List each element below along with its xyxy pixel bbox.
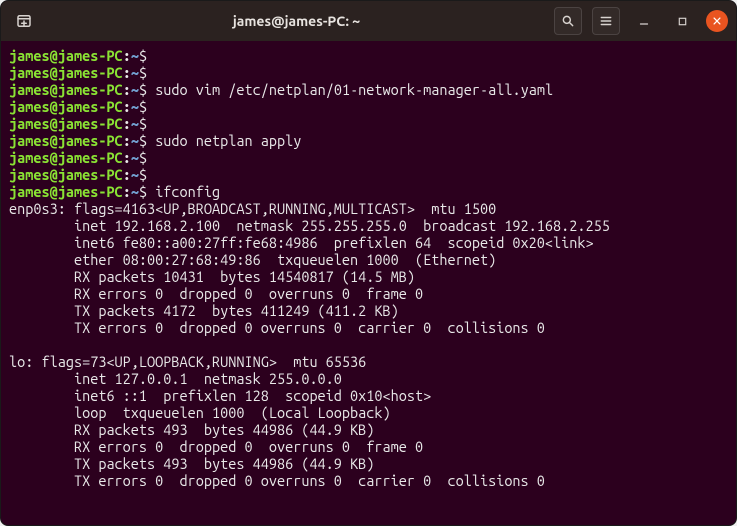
prompt-sigil: $ <box>139 166 147 183</box>
output-line: TX errors 0 dropped 0 overruns 0 carrier… <box>9 319 545 336</box>
prompt-userhost: james@james-PC <box>9 47 123 64</box>
new-tab-icon <box>15 12 33 30</box>
command-text: sudo netplan apply <box>155 132 301 149</box>
prompt-sigil: $ <box>139 47 147 64</box>
prompt-userhost: james@james-PC <box>9 183 123 200</box>
prompt-line: james@james-PC:~$ sudo vim /etc/netplan/… <box>9 81 553 98</box>
prompt-userhost: james@james-PC <box>9 115 123 132</box>
prompt-path: ~ <box>131 183 139 200</box>
output-line: inet6 ::1 prefixlen 128 scopeid 0x10<hos… <box>9 387 431 404</box>
prompt-colon: : <box>123 81 131 98</box>
window-title: james@james-PC: ~ <box>39 13 554 29</box>
output-line: inet 127.0.0.1 netmask 255.0.0.0 <box>9 370 342 387</box>
output-line: ether 08:00:27:68:49:86 txqueuelen 1000 … <box>9 251 496 268</box>
output-line: RX errors 0 dropped 0 overruns 0 frame 0 <box>9 285 423 302</box>
output-line: inet6 fe80::a00:27ff:fe68:4986 prefixlen… <box>9 234 594 251</box>
close-icon <box>712 16 722 26</box>
prompt-line: james@james-PC:~$ <box>9 47 155 64</box>
prompt-colon: : <box>123 166 131 183</box>
prompt-userhost: james@james-PC <box>9 64 123 81</box>
prompt-line: james@james-PC:~$ <box>9 115 155 132</box>
maximize-icon <box>677 16 688 27</box>
close-button[interactable] <box>706 10 728 32</box>
terminal-body[interactable]: james@james-PC:~$ james@james-PC:~$ jame… <box>1 41 736 525</box>
prompt-sigil: $ <box>139 115 147 132</box>
prompt-userhost: james@james-PC <box>9 98 123 115</box>
prompt-colon: : <box>123 98 131 115</box>
prompt-colon: : <box>123 115 131 132</box>
prompt-line: james@james-PC:~$ <box>9 166 155 183</box>
output-line: enp0s3: flags=4163<UP,BROADCAST,RUNNING,… <box>9 200 496 217</box>
output-line: RX packets 493 bytes 44986 (44.9 KB) <box>9 421 374 438</box>
new-tab-button[interactable] <box>9 6 39 36</box>
prompt-sigil: $ <box>139 183 147 200</box>
minimize-button[interactable] <box>630 7 658 35</box>
search-button[interactable] <box>554 7 582 35</box>
prompt-path: ~ <box>131 98 139 115</box>
output-line: loop txqueuelen 1000 (Local Loopback) <box>9 404 391 421</box>
titlebar: james@james-PC: ~ <box>1 1 736 41</box>
search-icon <box>561 14 575 28</box>
prompt-sigil: $ <box>139 132 147 149</box>
prompt-sigil: $ <box>139 98 147 115</box>
prompt-path: ~ <box>131 132 139 149</box>
prompt-line: james@james-PC:~$ <box>9 149 155 166</box>
prompt-line: james@james-PC:~$ ifconfig <box>9 183 220 200</box>
output-line: lo: flags=73<UP,LOOPBACK,RUNNING> mtu 65… <box>9 353 366 370</box>
prompt-sigil: $ <box>139 64 147 81</box>
prompt-path: ~ <box>131 166 139 183</box>
prompt-sigil: $ <box>139 149 147 166</box>
prompt-sigil: $ <box>139 81 147 98</box>
prompt-line: james@james-PC:~$ <box>9 64 155 81</box>
prompt-colon: : <box>123 149 131 166</box>
command-text: sudo vim /etc/netplan/01-network-manager… <box>155 81 553 98</box>
prompt-path: ~ <box>131 47 139 64</box>
prompt-colon: : <box>123 132 131 149</box>
prompt-userhost: james@james-PC <box>9 81 123 98</box>
prompt-colon: : <box>123 64 131 81</box>
prompt-colon: : <box>123 47 131 64</box>
output-line: TX packets 493 bytes 44986 (44.9 KB) <box>9 455 374 472</box>
menu-button[interactable] <box>592 7 620 35</box>
prompt-userhost: james@james-PC <box>9 149 123 166</box>
output-line: inet 192.168.2.100 netmask 255.255.255.0… <box>9 217 610 234</box>
command-text: ifconfig <box>155 183 220 200</box>
titlebar-left <box>9 6 39 36</box>
prompt-line: james@james-PC:~$ <box>9 98 155 115</box>
output-line: RX errors 0 dropped 0 overruns 0 frame 0 <box>9 438 423 455</box>
titlebar-right <box>554 7 728 35</box>
prompt-colon: : <box>123 183 131 200</box>
prompt-line: james@james-PC:~$ sudo netplan apply <box>9 132 301 149</box>
prompt-path: ~ <box>131 81 139 98</box>
output-line: TX packets 4172 bytes 411249 (411.2 KB) <box>9 302 399 319</box>
hamburger-icon <box>599 14 613 28</box>
output-line: RX packets 10431 bytes 14540817 (14.5 MB… <box>9 268 415 285</box>
terminal-window: james@james-PC: ~ <box>0 0 737 526</box>
prompt-path: ~ <box>131 64 139 81</box>
prompt-path: ~ <box>131 149 139 166</box>
output-line: TX errors 0 dropped 0 overruns 0 carrier… <box>9 472 545 489</box>
prompt-userhost: james@james-PC <box>9 166 123 183</box>
maximize-button[interactable] <box>668 7 696 35</box>
prompt-userhost: james@james-PC <box>9 132 123 149</box>
prompt-path: ~ <box>131 115 139 132</box>
minimize-icon <box>638 15 650 27</box>
